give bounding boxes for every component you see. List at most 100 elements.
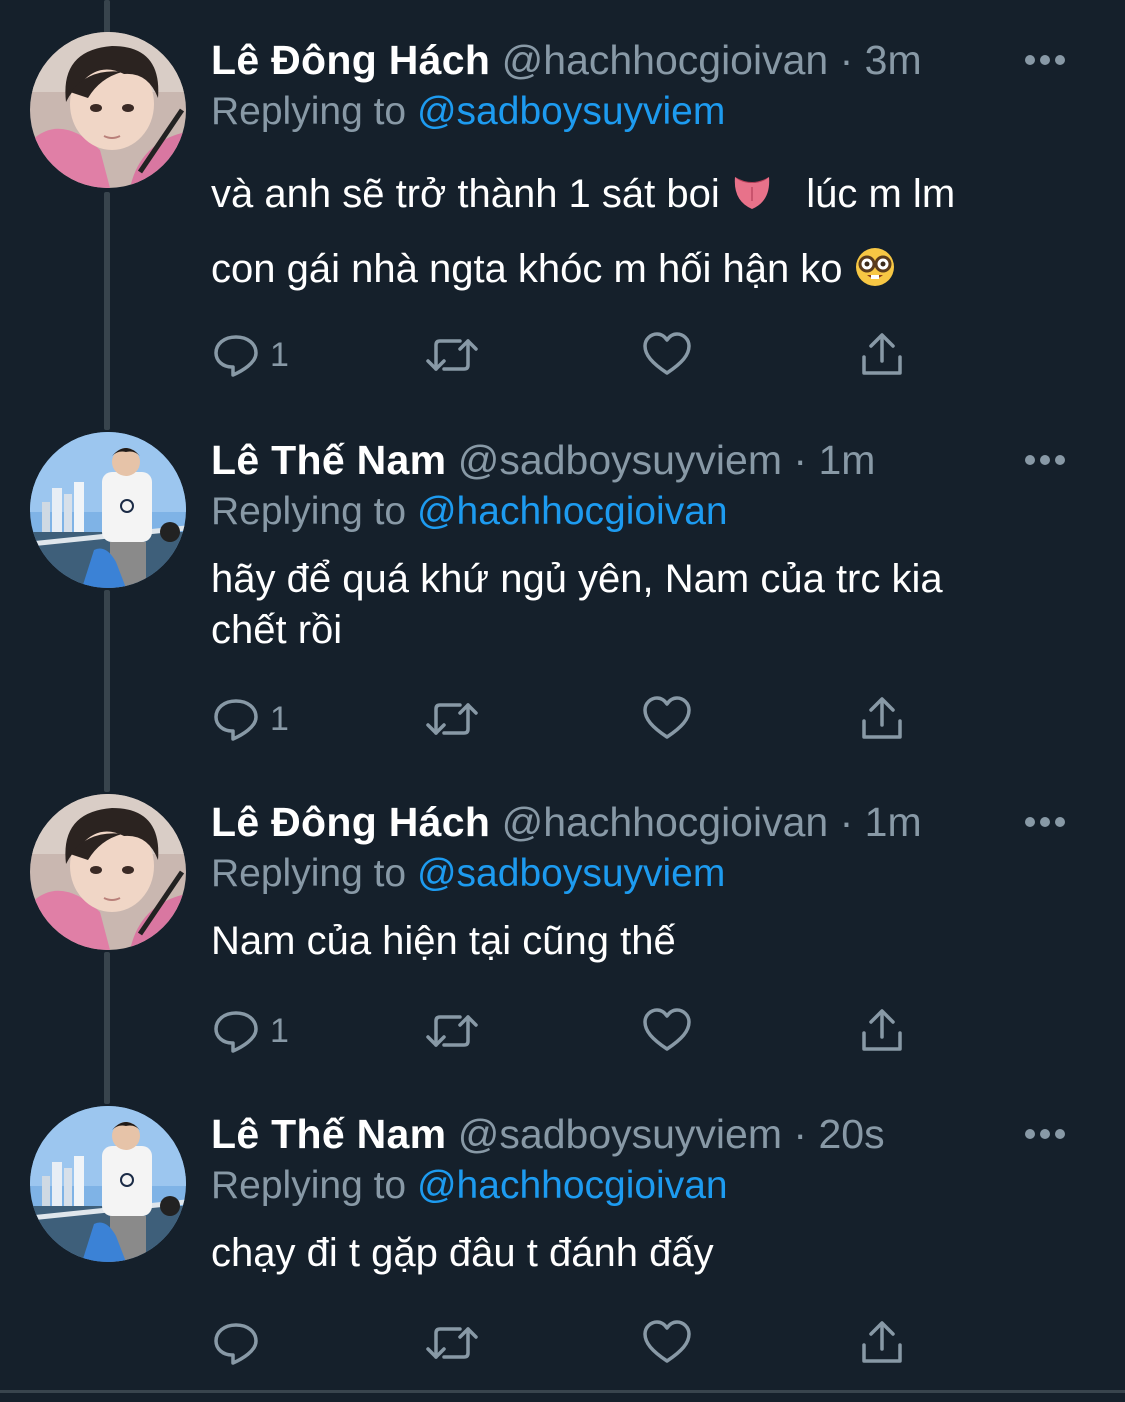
divider [0, 1390, 1125, 1393]
more-options-button[interactable] [1022, 448, 1068, 472]
more-options-button[interactable] [1022, 48, 1068, 72]
tweet-actions: 1 [212, 330, 912, 380]
retweet-button[interactable] [424, 1006, 480, 1056]
nerd-face-emoji [854, 241, 896, 310]
replying-to-line: Replying to @sadboysuyviem [211, 850, 725, 898]
avatar[interactable] [30, 1106, 186, 1262]
tweet-header: Lê Đông Hách @hachhocgioivan · 3m [211, 36, 922, 84]
retweet-icon [426, 1327, 478, 1359]
display-name[interactable]: Lê Thế Nam [211, 1111, 446, 1157]
like-button[interactable] [642, 694, 692, 744]
avatar-pink-hoodie-image [30, 32, 186, 188]
more-icon [1025, 455, 1065, 465]
reply-icon [214, 699, 258, 741]
share-icon [862, 1321, 902, 1363]
reply-count: 1 [270, 699, 289, 738]
conversation-timeline: Lê Đông Hách @hachhocgioivan · 3m Replyi… [0, 0, 1125, 1402]
avatar[interactable] [30, 432, 186, 588]
reply-icon [214, 1323, 258, 1365]
replying-to-label: Replying to [211, 1164, 407, 1207]
tweet-actions: 1 [212, 1006, 912, 1056]
tweet-text-line: Nam của hiện tại cũng thế [211, 919, 676, 963]
avatar-boat-city-image [30, 432, 186, 588]
share-button[interactable] [860, 1006, 904, 1056]
user-handle[interactable]: @sadboysuyviem [458, 1111, 782, 1157]
share-button[interactable] [860, 1318, 904, 1368]
tweet-text-line: chết rồi [211, 608, 343, 652]
share-icon [862, 697, 902, 739]
more-icon [1025, 55, 1065, 65]
like-button[interactable] [642, 330, 692, 380]
tweet-header: Lê Thế Nam @sadboysuyviem · 20s [211, 1110, 885, 1158]
replying-to-label: Replying to [211, 90, 407, 133]
tweet-actions: 1 [212, 694, 912, 744]
mention-link[interactable]: @hachhocgioivan [417, 1164, 728, 1207]
more-options-button[interactable] [1022, 1122, 1068, 1146]
heart-icon [643, 1008, 691, 1051]
like-button[interactable] [642, 1006, 692, 1056]
tweet[interactable]: Lê Thế Nam @sadboysuyviem · 20s Replying… [0, 1074, 1125, 1390]
replying-to-label: Replying to [211, 852, 407, 895]
tweet-text-segment: con gái nhà ngta khóc m hối hận ko [211, 247, 843, 291]
tweet-text: chạy đi t gặp đâu t đánh đấy [211, 1228, 1081, 1279]
heart-icon [643, 332, 691, 375]
heart-icon [643, 696, 691, 739]
replying-to-line: Replying to @hachhocgioivan [211, 1162, 728, 1210]
reply-button[interactable]: 1 [212, 1006, 289, 1056]
avatar-boat-city-image [30, 1106, 186, 1262]
tweet-text-line: hãy để quá khứ ngủ yên, Nam của trc kia [211, 557, 943, 601]
tweet-text: và anh sẽ trở thành 1 sát boi lúc m lm c… [211, 160, 1081, 310]
tweet-header: Lê Thế Nam @sadboysuyviem · 1m [211, 436, 875, 484]
share-button[interactable] [860, 694, 904, 744]
tweet[interactable]: Lê Đông Hách @hachhocgioivan · 1m Replyi… [0, 762, 1125, 1074]
tweet-text: hãy để quá khứ ngủ yên, Nam của trc kia … [211, 554, 1081, 656]
retweet-icon [426, 339, 478, 371]
like-button[interactable] [642, 1318, 692, 1368]
retweet-button[interactable] [424, 1318, 480, 1368]
reply-icon [214, 1011, 258, 1053]
mention-link[interactable]: @sadboysuyviem [417, 90, 725, 133]
reply-count: 1 [270, 335, 289, 374]
more-options-button[interactable] [1022, 810, 1068, 834]
share-button[interactable] [860, 330, 904, 380]
share-icon [862, 1009, 902, 1051]
share-icon [862, 333, 902, 375]
reply-button[interactable]: 1 [212, 330, 289, 380]
user-handle[interactable]: @sadboysuyviem [458, 437, 782, 483]
retweet-button[interactable] [424, 694, 480, 744]
tweet-text-segment: lúc m lm [806, 172, 956, 216]
reply-button[interactable]: 1 [212, 694, 289, 744]
tweet-text: Nam của hiện tại cũng thế [211, 916, 1081, 967]
tweet-text-line: con gái nhà ngta khóc m hối hận ko [211, 235, 1081, 310]
reply-count: 1 [270, 1011, 289, 1050]
display-name[interactable]: Lê Thế Nam [211, 437, 446, 483]
timestamp[interactable]: 1m [818, 437, 875, 483]
user-handle[interactable]: @hachhocgioivan [502, 799, 829, 845]
mention-link[interactable]: @sadboysuyviem [417, 852, 725, 895]
separator-dot: · [793, 1111, 808, 1157]
user-handle[interactable]: @hachhocgioivan [502, 37, 829, 83]
reply-icon [214, 335, 258, 377]
retweet-icon [426, 703, 478, 735]
tweet[interactable]: Lê Thế Nam @sadboysuyviem · 1m Replying … [0, 400, 1125, 762]
timestamp[interactable]: 3m [865, 37, 922, 83]
tweet-text-segment: và anh sẽ trở thành 1 sát boi [211, 172, 720, 216]
retweet-button[interactable] [424, 330, 480, 380]
more-icon [1025, 1129, 1065, 1139]
display-name[interactable]: Lê Đông Hách [211, 37, 490, 83]
avatar[interactable] [30, 794, 186, 950]
heart-icon [643, 1320, 691, 1363]
display-name[interactable]: Lê Đông Hách [211, 799, 490, 845]
replying-to-line: Replying to @sadboysuyviem [211, 88, 725, 136]
retweet-icon [426, 1015, 478, 1047]
separator-dot: · [839, 799, 854, 845]
replying-to-label: Replying to [211, 490, 407, 533]
tweet[interactable]: Lê Đông Hách @hachhocgioivan · 3m Replyi… [0, 0, 1125, 400]
reply-button[interactable] [212, 1318, 270, 1368]
avatar-pink-hoodie-image [30, 794, 186, 950]
mention-link[interactable]: @hachhocgioivan [417, 490, 728, 533]
timestamp[interactable]: 20s [818, 1111, 884, 1157]
timestamp[interactable]: 1m [865, 799, 922, 845]
avatar[interactable] [30, 32, 186, 188]
tongue-emoji [731, 166, 773, 235]
